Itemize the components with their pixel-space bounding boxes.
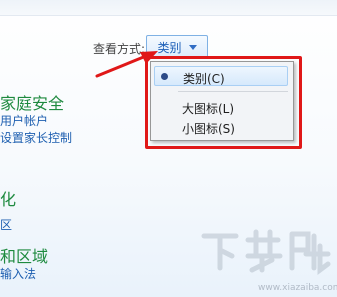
annotation-highlight-box xyxy=(145,56,302,149)
link-user-accounts[interactable]: 用户帐户 xyxy=(0,112,48,129)
view-by-value: 类别 xyxy=(157,40,182,55)
window-top-strip xyxy=(0,0,337,16)
watermark-logo-icon xyxy=(201,229,331,275)
link-input-method[interactable]: 输入法 xyxy=(0,265,36,282)
category-title-clock-language-region[interactable]: 和区域 xyxy=(0,243,48,267)
link-parental-controls[interactable]: 设置家长控制 xyxy=(0,129,72,146)
chevron-down-icon xyxy=(188,44,197,50)
category-title-family-safety[interactable]: 家庭安全 xyxy=(0,90,64,114)
category-title-appearance[interactable]: 化 xyxy=(0,186,16,210)
view-by-label: 查看方式: xyxy=(93,42,146,56)
watermark-url: www.xiazaiba.com xyxy=(258,283,337,293)
link-region[interactable]: 区 xyxy=(0,216,12,233)
